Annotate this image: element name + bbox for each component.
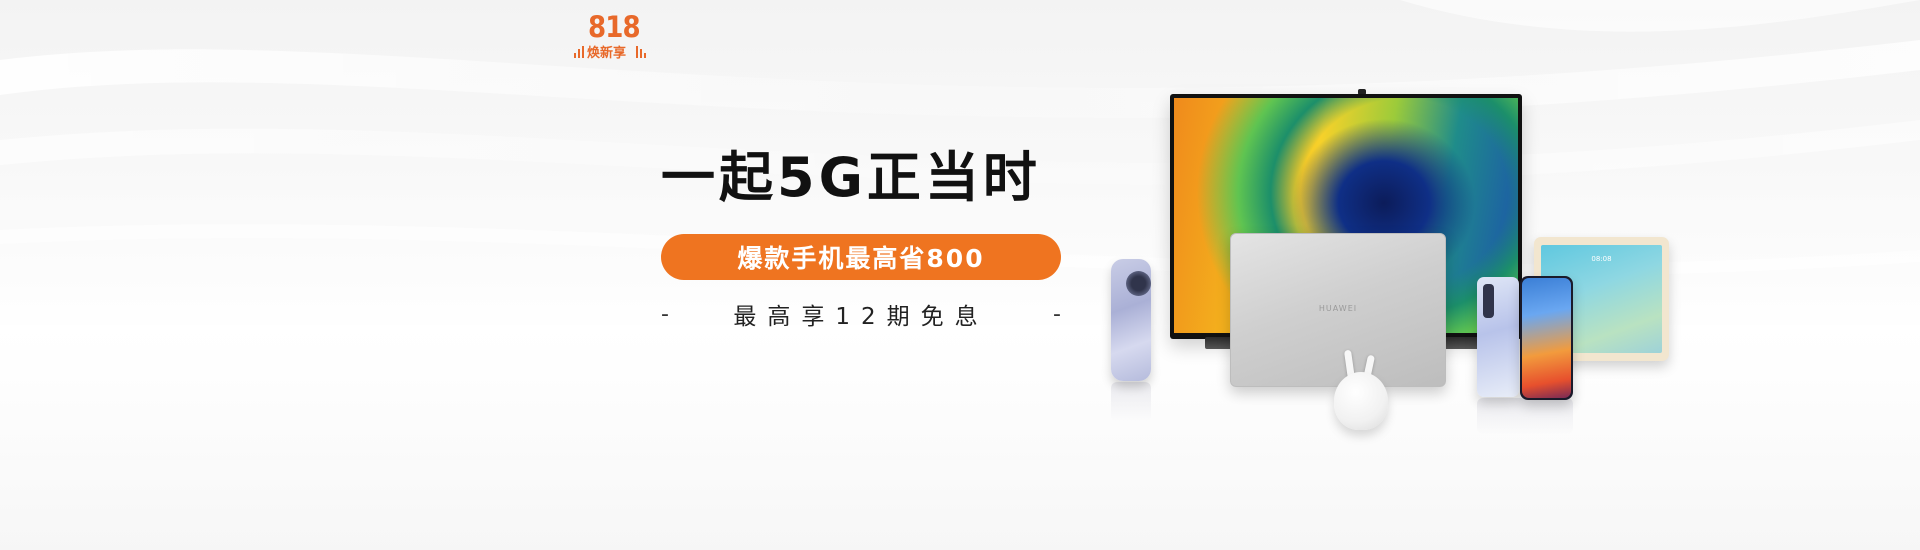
camera-ring-icon — [1126, 271, 1151, 296]
phone-screen — [1522, 278, 1571, 398]
mate-phone-reflection — [1111, 382, 1151, 422]
p40-phone-back[interactable] — [1477, 277, 1519, 397]
laptop-brand-logo: HUAWEI — [1318, 304, 1358, 313]
p40-phone[interactable] — [1520, 276, 1573, 400]
laptop[interactable]: HUAWEI — [1230, 233, 1446, 387]
tablet-clock: 08:08 — [1591, 255, 1612, 263]
product-lineup: HUAWEI 08:08 — [0, 0, 1920, 550]
freebuds-earbuds[interactable] — [1334, 372, 1388, 430]
mate-phone[interactable] — [1111, 259, 1151, 381]
camera-module-icon — [1483, 284, 1494, 318]
p40-reflection — [1477, 398, 1573, 434]
promo-banner[interactable]: 818 焕新享 一起5G正当时 爆款手机最高省800 - 最高享12期免息 - … — [0, 0, 1920, 550]
